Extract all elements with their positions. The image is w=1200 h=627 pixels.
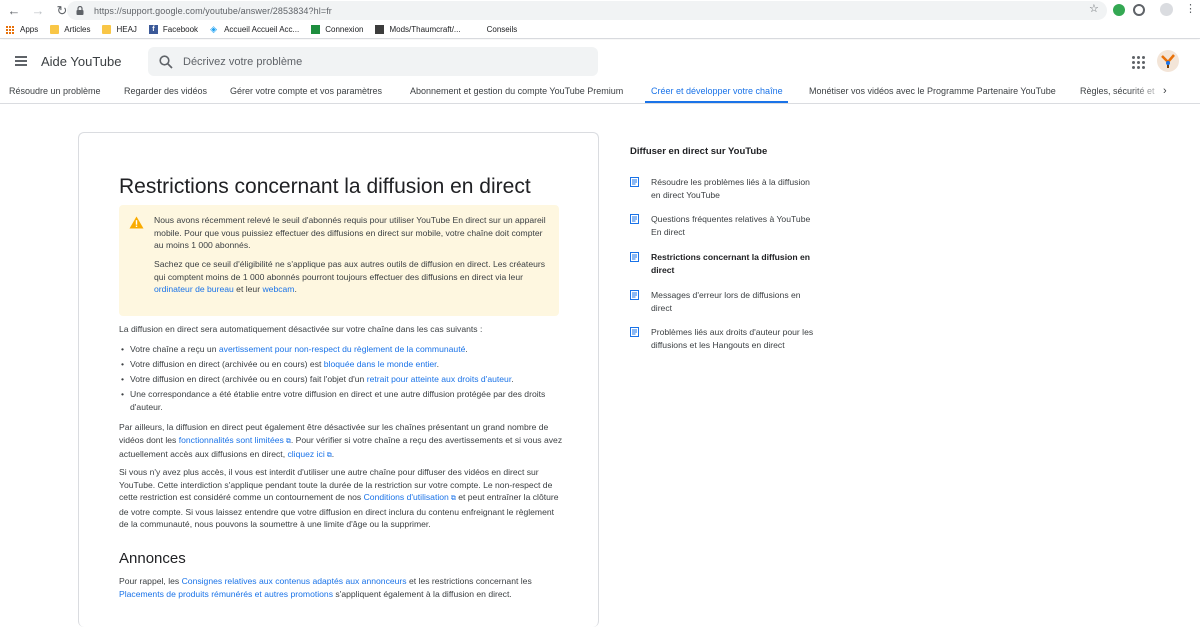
forward-arrow-icon[interactable]: →	[28, 1, 48, 21]
search-input[interactable]	[183, 55, 583, 68]
tab-resoudre[interactable]: Résoudre un problème	[9, 86, 101, 96]
search-box[interactable]	[148, 47, 598, 76]
bookmark-articles[interactable]: Articles	[50, 25, 90, 34]
notice-paragraph-2: Sachez que ce seuil d'éligibilité ne s'a…	[154, 259, 546, 294]
article-icon	[630, 290, 639, 300]
list-item: Votre chaîne a reçu un avertissement pou…	[119, 343, 564, 356]
apps-grid-icon	[6, 25, 14, 34]
intro-paragraph: La diffusion en direct sera automatiquem…	[119, 324, 483, 334]
notice-box: Nous avons récemment relevé le seuil d'a…	[119, 205, 559, 316]
section-title-annonces: Annonces	[119, 550, 186, 567]
avatar[interactable]	[1157, 50, 1179, 72]
article-icon	[630, 252, 639, 262]
url-text: https://support.google.com/youtube/answe…	[94, 5, 332, 16]
paid-placements-link[interactable]: Placements de produits rémunérés et autr…	[119, 589, 333, 599]
terms-of-service-link[interactable]: Conditions d'utilisation	[364, 492, 449, 502]
facebook-icon: f	[148, 25, 158, 34]
paragraph-ads: Pour rappel, les Consignes relatives aux…	[119, 576, 532, 599]
avatar-image-icon	[1161, 54, 1175, 68]
browser-menu-icon[interactable]: ⋮	[1185, 3, 1196, 15]
list-item: Une correspondance a été établie entre v…	[119, 388, 564, 413]
bookmark-heaj[interactable]: HEAJ	[102, 25, 137, 34]
copyright-takedown-link[interactable]: retrait pour atteinte aux droits d'auteu…	[367, 374, 511, 384]
active-tab-indicator	[645, 101, 788, 103]
bookmark-mods[interactable]: Mods/Thaumcraft/...	[375, 25, 461, 34]
bookmark-connexion[interactable]: Connexion	[311, 25, 363, 34]
extension-gauge-icon[interactable]	[1133, 4, 1145, 16]
folder-icon	[50, 25, 60, 34]
restrictions-list: Votre chaîne a reçu un avertissement pou…	[119, 343, 564, 416]
mods-icon	[375, 25, 385, 34]
sidebar-item-restrictions[interactable]: Restrictions concernant la diffusion en …	[630, 251, 815, 276]
search-icon	[159, 54, 173, 69]
paragraph-circumvention: Si vous n'y avez plus accès, il vous est…	[119, 467, 559, 529]
category-tabs: Résoudre un problème Regarder des vidéos…	[0, 82, 1200, 104]
list-item: Votre diffusion en direct (archivée ou e…	[119, 358, 564, 371]
help-header: Aide YouTube	[0, 40, 1200, 82]
twitter-bird-icon: ◈	[210, 24, 217, 34]
address-bar[interactable]: https://support.google.com/youtube/answe…	[67, 1, 1107, 20]
connexion-icon	[311, 25, 321, 34]
warning-icon	[129, 216, 144, 229]
features-limited-link[interactable]: fonctionnalités sont limitées	[179, 435, 284, 445]
article-icon	[630, 177, 639, 187]
sidebar-item-troubleshoot[interactable]: Résoudre les problèmes liés à la diffusi…	[630, 176, 815, 201]
article-icon	[630, 327, 639, 337]
bookmark-facebook[interactable]: f Facebook	[148, 25, 198, 34]
back-arrow-icon[interactable]: ←	[4, 1, 24, 21]
article-icon	[630, 214, 639, 224]
sidebar-item-copyright[interactable]: Problèmes liés aux droits d'auteur pour …	[630, 326, 815, 351]
tab-creer[interactable]: Créer et développer votre chaîne	[651, 86, 783, 96]
sidebar-title: Diffuser en direct sur YouTube	[630, 146, 768, 157]
bookmark-conseils[interactable]: Conseils	[487, 25, 518, 34]
chevron-right-icon[interactable]: ›	[1163, 85, 1167, 97]
help-center-title[interactable]: Aide YouTube	[41, 54, 121, 69]
webcam-link[interactable]: webcam	[262, 284, 294, 294]
hamburger-menu-icon[interactable]	[15, 56, 27, 66]
tab-regarder[interactable]: Regarder des vidéos	[124, 86, 207, 96]
strike-link[interactable]: avertissement pour non-respect du règlem…	[219, 344, 466, 354]
folder-icon	[102, 25, 112, 34]
bookmarks-bar: Apps Articles HEAJ f Facebook ◈ Accueil …	[0, 21, 1200, 39]
bookmark-star-icon[interactable]: ☆	[1089, 3, 1101, 15]
notice-paragraph-1: Nous avons récemment relevé le seuil d'a…	[154, 215, 546, 250]
tab-compte[interactable]: Gérer votre compte et vos paramètres	[230, 86, 382, 96]
advertiser-guidelines-link[interactable]: Consignes relatives aux contenus adaptés…	[182, 576, 407, 586]
sidebar-item-faq[interactable]: Questions fréquentes relatives à YouTube…	[630, 213, 815, 238]
click-here-link[interactable]: cliquez ici	[287, 449, 324, 459]
tab-monetiser[interactable]: Monétiser vos vidéos avec le Programme P…	[809, 86, 1056, 96]
paragraph-features: Par ailleurs, la diffusion en direct peu…	[119, 422, 563, 459]
blocked-link[interactable]: bloquée dans le monde entier	[324, 359, 437, 369]
article-title: Restrictions concernant la diffusion en …	[119, 175, 531, 198]
browser-profile-icon[interactable]	[1160, 3, 1173, 16]
article-card: Restrictions concernant la diffusion en …	[78, 132, 599, 627]
extension-icon[interactable]	[1113, 4, 1125, 16]
lock-icon	[75, 6, 84, 15]
bookmark-twitter[interactable]: ◈ Accueil Accueil Acc...	[210, 24, 299, 35]
desktop-link[interactable]: ordinateur de bureau	[154, 284, 234, 294]
tab-premium[interactable]: Abonnement et gestion du compte YouTube …	[410, 86, 623, 96]
sidebar-item-errors[interactable]: Messages d'erreur lors de diffusions en …	[630, 289, 815, 314]
google-apps-icon[interactable]	[1132, 56, 1145, 69]
list-item: Votre diffusion en direct (archivée ou e…	[119, 373, 564, 386]
bookmark-apps[interactable]: Apps	[6, 25, 38, 34]
